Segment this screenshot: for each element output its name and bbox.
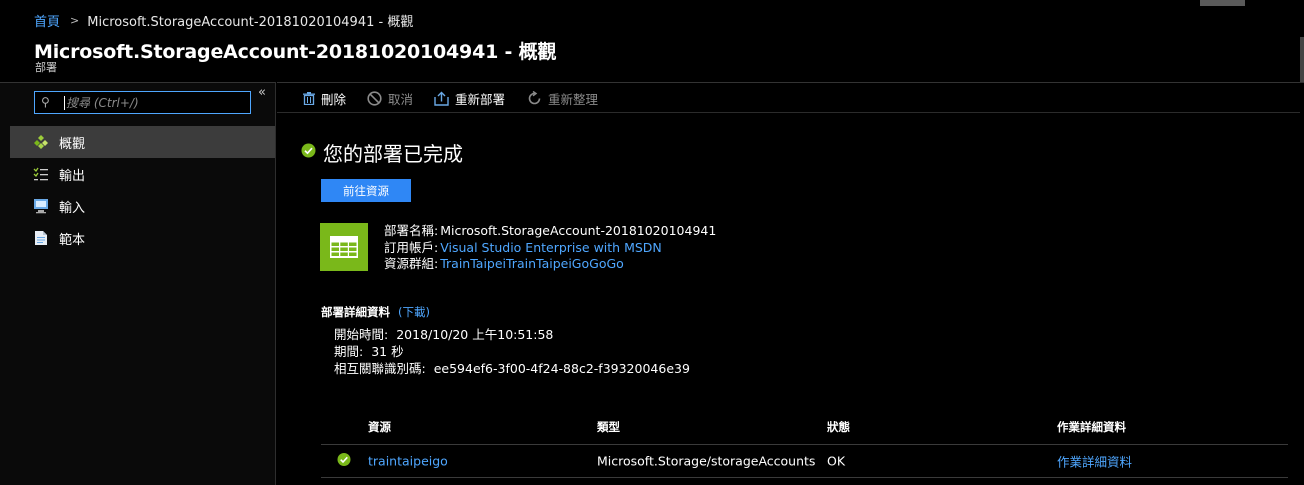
- resource-link[interactable]: traintaipeigo: [368, 454, 448, 469]
- column-header-type: 類型: [597, 419, 620, 434]
- scrollbar[interactable]: [1300, 37, 1304, 82]
- status-message: 您的部署已完成: [323, 142, 463, 166]
- deployment-info: 部署名稱: Microsoft.StorageAccount-201810201…: [384, 223, 716, 273]
- blade-header: Microsoft.StorageAccount-20181020104941 …: [0, 37, 1304, 82]
- sidebar-item-outputs[interactable]: 輸出: [10, 158, 275, 190]
- sidebar-item-label: 輸出: [59, 168, 86, 184]
- page-title: Microsoft.StorageAccount-20181020104941 …: [34, 41, 557, 63]
- table-header-row: 資源 類型 狀態 作業詳細資料: [321, 409, 1288, 445]
- refresh-icon: [527, 91, 542, 106]
- deployment-status: 您的部署已完成: [301, 138, 463, 167]
- page-subtitle: 部署: [35, 61, 57, 74]
- collapse-sidebar-button[interactable]: «: [258, 85, 266, 100]
- template-icon: [32, 229, 50, 247]
- duration-value: 31 秒: [371, 344, 404, 359]
- sidebar-item-label: 概觀: [59, 136, 86, 152]
- trash-icon: [303, 92, 315, 105]
- cancel-button[interactable]: 取消: [367, 89, 413, 108]
- correlation-id-value: ee594ef6-3f00-4f24-88c2-f39320046e39: [433, 361, 690, 376]
- breadcrumb-home-link[interactable]: 首頁: [34, 11, 60, 30]
- main-content: 刪除 取消 重新部署 重新整理 您的部署已完成 前往資源 部署名稱: Micro…: [277, 82, 1304, 485]
- storage-account-icon: [320, 223, 368, 271]
- resource-status: OK: [827, 453, 846, 469]
- operation-details-link[interactable]: 作業詳細資料: [1057, 452, 1132, 471]
- breadcrumb-current: Microsoft.StorageAccount-20181020104941 …: [87, 15, 414, 30]
- subscription-link[interactable]: Visual Studio Enterprise with MSDN: [440, 240, 662, 257]
- chevron-right-icon: >: [70, 14, 80, 27]
- cancel-label: 取消: [388, 92, 414, 107]
- resource-group-label: 資源群組:: [384, 256, 439, 271]
- column-header-resource: 資源: [368, 419, 391, 434]
- text-caret: [64, 96, 65, 110]
- download-link[interactable]: (下載): [398, 304, 430, 320]
- start-time-value: 2018/10/20 上午10:51:58: [396, 327, 554, 342]
- table-row: traintaipeigo Microsoft.Storage/storageA…: [321, 445, 1288, 478]
- refresh-label: 重新整理: [548, 92, 599, 107]
- deployment-details: 開始時間: 2018/10/20 上午10:51:58 期間: 31 秒 相互關…: [334, 326, 690, 377]
- column-header-status: 狀態: [827, 419, 850, 434]
- cancel-icon: [367, 91, 382, 106]
- duration-label: 期間:: [334, 344, 364, 359]
- resource-group-link[interactable]: TrainTaipeiTrainTaipeiGoGoGo: [440, 256, 624, 273]
- sidebar-item-label: 範本: [59, 232, 86, 248]
- resource-type: Microsoft.Storage/storageAccounts: [597, 453, 816, 469]
- delete-label: 刪除: [321, 92, 347, 107]
- inputs-icon: [32, 197, 50, 215]
- delete-button[interactable]: 刪除: [303, 89, 346, 108]
- search-box[interactable]: ⚲: [34, 91, 251, 114]
- sidebar-item-template[interactable]: 範本: [10, 222, 275, 254]
- search-icon: ⚲: [41, 95, 50, 109]
- top-bar: 首頁 > Microsoft.StorageAccount-2018102010…: [0, 0, 1304, 37]
- sidebar: ⚲ « 概觀: [0, 82, 276, 485]
- redeploy-button[interactable]: 重新部署: [434, 89, 505, 108]
- window-grip[interactable]: [1200, 0, 1245, 6]
- redeploy-label: 重新部署: [455, 92, 506, 107]
- start-time-label: 開始時間:: [334, 327, 389, 342]
- sidebar-item-inputs[interactable]: 輸入: [10, 190, 275, 222]
- deployment-name-value: Microsoft.StorageAccount-20181020104941: [440, 223, 717, 238]
- sidebar-nav: 概觀 輸出 輸入 範本: [10, 126, 275, 254]
- row-success-icon: [337, 453, 351, 470]
- outputs-icon: [32, 165, 50, 183]
- sidebar-item-label: 輸入: [59, 200, 86, 216]
- details-heading: 部署詳細資料: [321, 305, 390, 319]
- success-check-icon: [301, 143, 316, 162]
- refresh-button[interactable]: 重新整理: [527, 89, 598, 108]
- deployment-details-heading: 部署詳細資料 (下載): [321, 304, 430, 320]
- upload-icon: [434, 91, 449, 106]
- go-to-resource-button[interactable]: 前往資源: [321, 179, 411, 202]
- correlation-id-label: 相互關聯識別碼:: [334, 361, 426, 376]
- column-header-op-details: 作業詳細資料: [1057, 419, 1126, 434]
- deployment-name-label: 部署名稱:: [384, 223, 439, 238]
- overview-icon: [32, 133, 50, 151]
- command-bar: 刪除 取消 重新部署 重新整理: [277, 83, 1300, 113]
- subscription-label: 訂用帳戶:: [384, 239, 439, 255]
- breadcrumb: 首頁 > Microsoft.StorageAccount-2018102010…: [34, 11, 413, 30]
- sidebar-item-overview[interactable]: 概觀: [10, 126, 275, 158]
- resources-table: 資源 類型 狀態 作業詳細資料 traintaipeigo Microsoft.…: [321, 409, 1288, 478]
- search-input[interactable]: [66, 94, 246, 112]
